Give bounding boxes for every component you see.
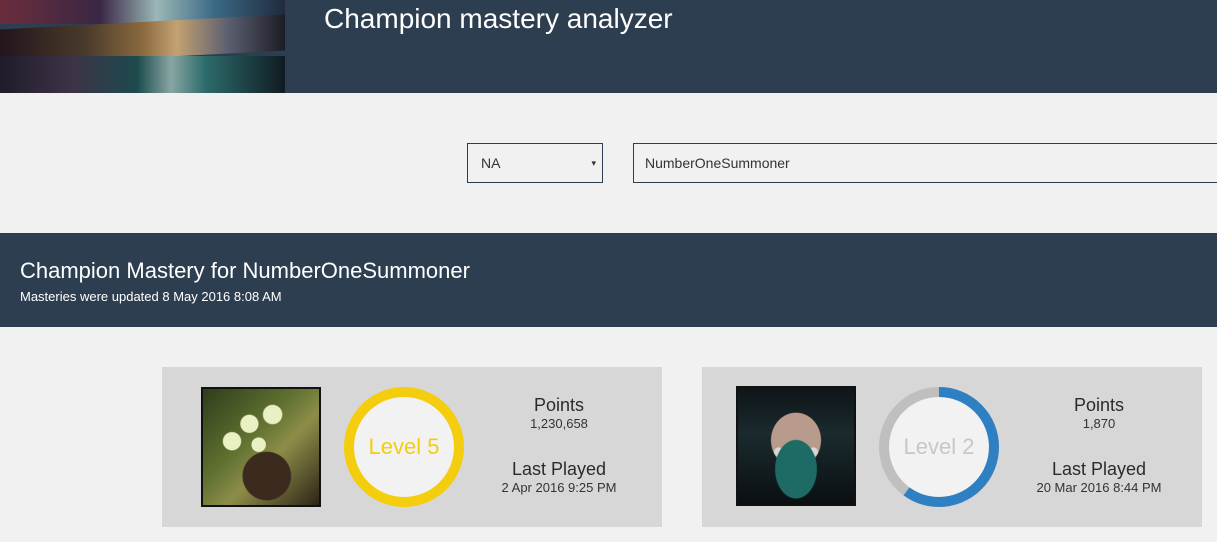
dropdown-arrow-icon: ▾ [591, 158, 596, 168]
points-label: Points [1073, 395, 1125, 415]
points-label: Points [533, 395, 585, 415]
last-played-stat: Last Played 2 Apr 2016 9:25 PM [474, 459, 644, 497]
last-played-value: 20 Mar 2016 8:44 PM [1036, 480, 1162, 495]
last-played-value: 2 Apr 2016 9:25 PM [501, 480, 617, 495]
results-header: Champion Mastery for NumberOneSummoner M… [0, 233, 1217, 327]
points-value: 1,870 [1082, 416, 1116, 431]
champion-banner-image [0, 0, 285, 93]
app-title: Champion mastery analyzer [324, 3, 673, 34]
points-stat: Points 1,870 [1014, 395, 1184, 433]
mastery-card: Level 5 Points 1,230,658 Last Played 2 A… [162, 367, 662, 527]
points-value: 1,230,658 [530, 416, 588, 431]
mastery-level-ring: Level 5 [344, 387, 464, 507]
mastery-card: Level 2 Points 1,870 Last Played 20 Mar … [702, 367, 1202, 527]
mastery-level-ring: Level 2 [879, 387, 999, 507]
region-select[interactable]: NA ▾ [467, 143, 603, 183]
last-played-label: Last Played [1051, 459, 1147, 479]
last-played-stat: Last Played 20 Mar 2016 8:44 PM [1014, 459, 1184, 497]
search-area: NA ▾ NumberOneSummoner [0, 93, 1217, 233]
akali-portrait-icon [736, 386, 856, 506]
region-select-value: NA [481, 155, 501, 171]
banner-strip [0, 56, 285, 93]
results-title: Champion Mastery for NumberOneSummoner [20, 258, 470, 283]
summoner-name-input[interactable]: NumberOneSummoner [633, 143, 1217, 183]
mastery-level-label: Level 2 [903, 434, 975, 459]
viktor-portrait-icon [201, 387, 321, 507]
results-updated-text: Masteries were updated 8 May 2016 8:08 A… [20, 289, 282, 304]
app-header: Champion mastery analyzer [0, 0, 1217, 93]
mastery-level-label: Level 5 [368, 434, 440, 459]
last-played-label: Last Played [511, 459, 607, 479]
points-stat: Points 1,230,658 [474, 395, 644, 433]
